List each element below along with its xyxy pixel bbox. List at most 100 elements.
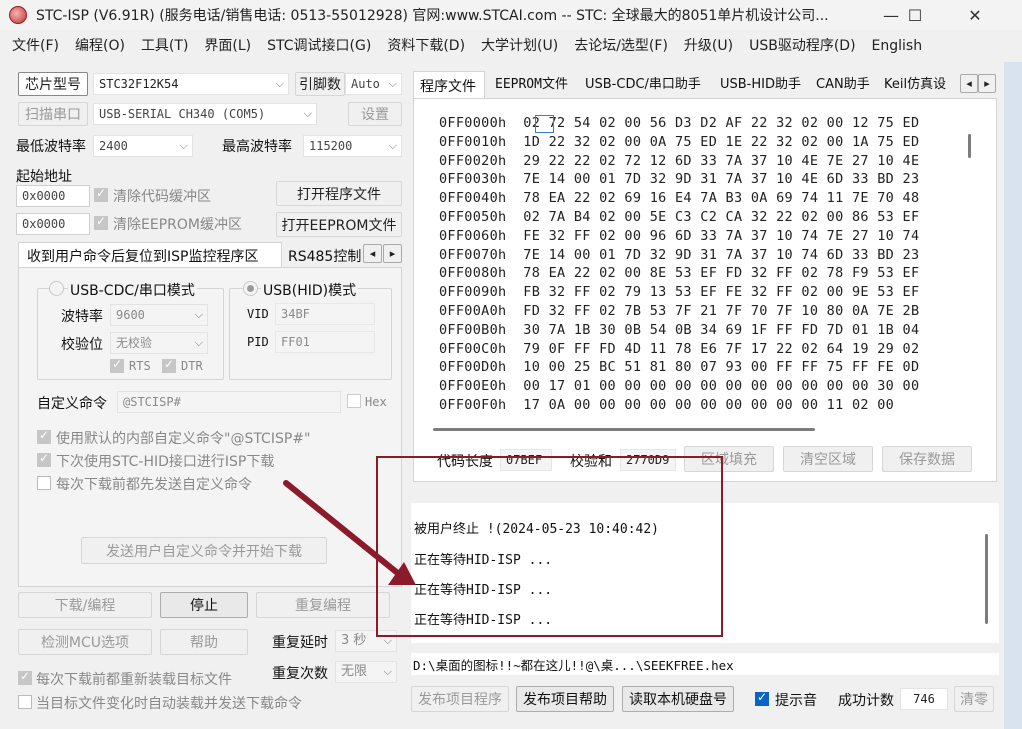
send-and-download-button[interactable]: 发送用户自定义命令并开始下载 <box>81 537 327 564</box>
close-button[interactable]: ✕ <box>952 0 998 30</box>
min-baud-select[interactable]: 2400 ⌵ <box>93 135 193 157</box>
hex-row-gap <box>506 378 523 394</box>
chevron-down-icon: ⌵ <box>275 77 284 90</box>
hex-row-bytes: 78 EA 22 02 00 8E 53 EF FD 32 FF 02 78 F… <box>523 265 920 282</box>
min-baud-value: 2400 <box>99 139 128 153</box>
menu-file[interactable]: 文件(F) <box>0 34 67 58</box>
log-output[interactable]: 被用户终止 !(2024-05-23 10:40:42) 正在等待HID-ISP… <box>411 503 999 643</box>
hex-horizontal-scrollbar[interactable] <box>433 428 815 431</box>
hex-row: 0FF0010h 1D 22 32 02 00 0A 75 ED 1E 22 3… <box>439 134 919 153</box>
custom-command-input[interactable]: @STCISP# <box>117 391 341 413</box>
open-eeprom-file-button[interactable]: 打开EEPROM文件 <box>276 212 402 237</box>
hex-row: 0FF0030h 7E 14 00 01 7D 32 9D 31 7A 37 1… <box>439 171 919 190</box>
menu-upgrade[interactable]: 升级(U) <box>676 34 741 58</box>
beep-checkbox[interactable] <box>755 690 769 706</box>
clear-count-button[interactable]: 清零 <box>954 686 994 712</box>
tab-usb-cdc-assistant[interactable]: USB-CDC/串口助手 <box>579 72 707 98</box>
auto-send-checkbox[interactable] <box>18 695 32 709</box>
tab-can-assistant[interactable]: CAN助手 <box>810 72 876 98</box>
app-icon <box>9 6 27 24</box>
hex-row-bytes: 30 7A 1B 30 0B 54 0B 34 69 1F FF FD 7D 0… <box>523 321 920 338</box>
menu-english[interactable]: English <box>864 34 931 58</box>
hex-vertical-scrollbar[interactable] <box>968 134 971 158</box>
next-hid-label: 下次使用STC-HID接口进行ISP下载 <box>56 454 275 470</box>
hex-row-gap <box>506 153 523 169</box>
max-baud-select[interactable]: 115200 ⌵ <box>303 135 402 157</box>
menu-usb-driver[interactable]: USB驱动程序(D) <box>741 34 863 58</box>
log-vertical-scrollbar[interactable] <box>985 534 988 624</box>
default-command-label: 使用默认的内部自定义命令"@STCISP#" <box>56 431 311 447</box>
tab-scroll-left-icon[interactable]: ◂ <box>363 244 382 263</box>
tab-keil-simulation[interactable]: Keil仿真设 <box>878 72 960 98</box>
hex-row-bytes: 02 7A B4 02 00 5E C3 C2 CA 32 22 02 00 8… <box>523 209 920 225</box>
menu-program[interactable]: 编程(O) <box>67 34 133 58</box>
pid-input[interactable]: FF01 <box>275 331 375 353</box>
chevron-down-icon: ⌵ <box>303 107 312 120</box>
beep-label: 提示音 <box>775 693 817 709</box>
open-program-file-button[interactable]: 打开程序文件 <box>276 181 402 206</box>
menu-interface[interactable]: 界面(L) <box>196 34 259 58</box>
menu-university[interactable]: 大学计划(U) <box>473 34 566 58</box>
hex-viewer[interactable]: 0FF0000h 02 72 54 02 00 56 D3 D2 AF 22 3… <box>429 109 985 419</box>
clear-code-checkbox[interactable] <box>94 186 108 202</box>
tab-scroll-left-icon[interactable]: ◂ <box>960 74 978 93</box>
usb-cdc-radio[interactable] <box>49 281 64 296</box>
download-program-button[interactable]: 下载/编程 <box>18 592 152 618</box>
reprogram-button[interactable]: 重复编程 <box>256 592 390 618</box>
dtr-checkbox[interactable] <box>162 357 176 373</box>
repeat-delay-select[interactable]: 3 秒 ⌵ <box>335 630 397 652</box>
hex-checkbox[interactable] <box>347 394 361 408</box>
hex-row-address: 0FF00D0h <box>439 359 507 376</box>
default-command-checkbox[interactable] <box>37 428 51 444</box>
vid-input[interactable]: 34BF <box>275 303 375 325</box>
menu-tools[interactable]: 工具(T) <box>133 34 196 58</box>
scan-port-button[interactable]: 扫描串口 <box>18 102 88 126</box>
check-mcu-options-button[interactable]: 检测MCU选项 <box>18 629 152 655</box>
publish-program-button[interactable]: 发布项目程序 <box>411 686 509 712</box>
pin-count-button[interactable]: 引脚数 <box>295 72 345 96</box>
tab-rs485-control[interactable]: RS485控制 <box>288 246 361 266</box>
eeprom-address-input[interactable]: 0x0000 <box>16 213 90 235</box>
repeat-count-select[interactable]: 无限 ⌵ <box>335 661 397 683</box>
pin-count-select[interactable]: Auto ⌵ <box>345 73 402 95</box>
send-before-download-checkbox[interactable] <box>37 476 51 490</box>
chip-type-button[interactable]: 芯片型号 <box>18 72 88 96</box>
tab-scroll-right-icon[interactable]: ▸ <box>978 74 996 93</box>
tab-program-file[interactable]: 程序文件 <box>413 71 485 99</box>
reload-target-checkbox[interactable] <box>18 669 32 685</box>
port-select[interactable]: USB-SERIAL CH340 (COM5) ⌵ <box>93 103 317 125</box>
rts-checkbox[interactable] <box>110 357 124 373</box>
menu-forum[interactable]: 去论坛/选型(F) <box>566 34 676 58</box>
hex-row-bytes: 02 72 54 02 00 56 D3 D2 AF 22 32 02 00 1… <box>523 115 920 131</box>
menu-debug-interface[interactable]: STC调试接口(G) <box>259 34 379 58</box>
hex-row-gap <box>506 359 523 375</box>
port-settings-button[interactable]: 设置 <box>348 102 402 126</box>
repeat-delay-value: 3 秒 <box>341 633 367 648</box>
usb-hid-radio[interactable] <box>243 281 258 296</box>
code-address-input[interactable]: 0x0000 <box>16 185 90 207</box>
chevron-down-icon: ⌵ <box>388 77 397 90</box>
hex-row-bytes: FB 32 FF 02 79 13 53 EF FE 32 FF 02 00 9… <box>523 284 920 301</box>
clear-region-button[interactable]: 清空区域 <box>783 446 873 472</box>
read-disk-id-button[interactable]: 读取本机硬盘号 <box>622 686 734 712</box>
parity-select[interactable]: 无校验 ⌵ <box>110 332 208 354</box>
stop-button[interactable]: 停止 <box>160 592 248 618</box>
tab-usb-hid-assistant[interactable]: USB-HID助手 <box>714 72 807 98</box>
clear-eeprom-checkbox[interactable] <box>94 214 108 230</box>
clear-code-label: 清除代码缓冲区 <box>113 189 211 205</box>
baud-rate-select[interactable]: 9600 ⌵ <box>110 304 208 326</box>
maximize-button[interactable]: ☐ <box>892 0 938 30</box>
hex-row: 0FF0080h 78 EA 22 02 00 8E 53 EF FD 32 F… <box>439 265 919 284</box>
tab-reset-to-isp[interactable]: 收到用户命令后复位到ISP监控程序区 <box>18 242 282 268</box>
next-hid-checkbox[interactable] <box>37 451 51 467</box>
save-data-button[interactable]: 保存数据 <box>882 446 972 472</box>
menu-docs-download[interactable]: 资料下载(D) <box>379 34 473 58</box>
publish-help-button[interactable]: 发布项目帮助 <box>516 686 614 712</box>
chip-type-select[interactable]: STC32F12K54 ⌵ <box>93 73 289 95</box>
tab-eeprom-file[interactable]: EEPROM文件 <box>489 72 574 98</box>
chevron-down-icon: ⌵ <box>383 665 392 678</box>
repeat-count-label: 重复次数 <box>272 666 328 682</box>
tab-scroll-right-icon[interactable]: ▸ <box>383 244 402 263</box>
help-button[interactable]: 帮助 <box>160 629 248 655</box>
fill-region-button[interactable]: 区域填充 <box>684 446 774 472</box>
